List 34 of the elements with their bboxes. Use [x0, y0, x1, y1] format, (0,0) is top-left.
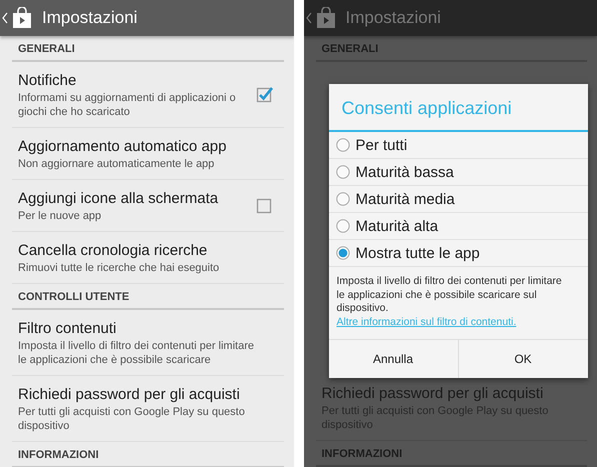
back-icon[interactable] [306, 12, 312, 24]
setting-title[interactable]: Aggiungi icone alla schermata [18, 189, 248, 208]
section-header: INFORMAZIONI [12, 442, 284, 467]
dialog-button[interactable]: Annulla [328, 340, 458, 378]
section-header: GENERALI [12, 36, 284, 62]
setting-summary: Rimuovi tutte le ricerche che hai eseguito [18, 261, 220, 275]
setting-title[interactable]: Aggiornamento automatico app [18, 137, 256, 156]
setting-title[interactable]: Notifiche [18, 71, 248, 90]
setting-title[interactable]: Filtro contenuti [18, 319, 256, 338]
radio-option[interactable]: Mostra tutte le app [328, 240, 588, 267]
setting-title: Richiedi password per gli acquisti [322, 384, 544, 403]
setting-summary: Informami su aggiornamenti di applicazioni o giochi che ho scaricato [18, 91, 237, 119]
setting-summary: Non aggiornare automaticamente le app [18, 157, 216, 171]
shopping-bag-icon[interactable] [12, 7, 32, 29]
radio-option[interactable]: Maturità media [328, 186, 588, 213]
setting-summary: Per le nuove app [18, 209, 102, 223]
section-header: CONTROLLI UTENTE [12, 284, 284, 310]
setting-title[interactable]: Cancella cronologia ricerche [18, 241, 256, 260]
checkbox[interactable] [256, 197, 274, 215]
radio-option[interactable]: Per tutti [328, 132, 588, 159]
checkbox[interactable] [256, 86, 274, 104]
app-bar-title: Impostazioni [42, 8, 138, 28]
dialog-button[interactable]: OK [458, 340, 588, 378]
dialog-description: Imposta il livello di filtro dei contenuti per limitare le applicazioni che è possibile scaricare sul dispositivo. Altre informazioni sul filtro di contenuti. [328, 267, 588, 340]
section-header: GENERALI [316, 36, 587, 62]
section-header: INFORMAZIONI [316, 441, 587, 467]
app-bar-title: Impostazioni [346, 8, 441, 28]
setting-title[interactable]: Richiedi password per gli acquisti [18, 385, 256, 404]
radio-option[interactable]: Maturità bassa [328, 159, 588, 186]
setting-summary: Imposta il livello di filtro dei contenuti per limitare le applicazioni che è possibile scaricare [18, 339, 255, 367]
setting-summary: Per tutti gli acquisti con Google Play su questo dispositivo [18, 405, 246, 433]
radio-option[interactable]: Maturità alta [328, 213, 588, 240]
dialog-title: Consenti applicazioni [328, 84, 588, 132]
shopping-bag-icon[interactable] [316, 7, 336, 29]
